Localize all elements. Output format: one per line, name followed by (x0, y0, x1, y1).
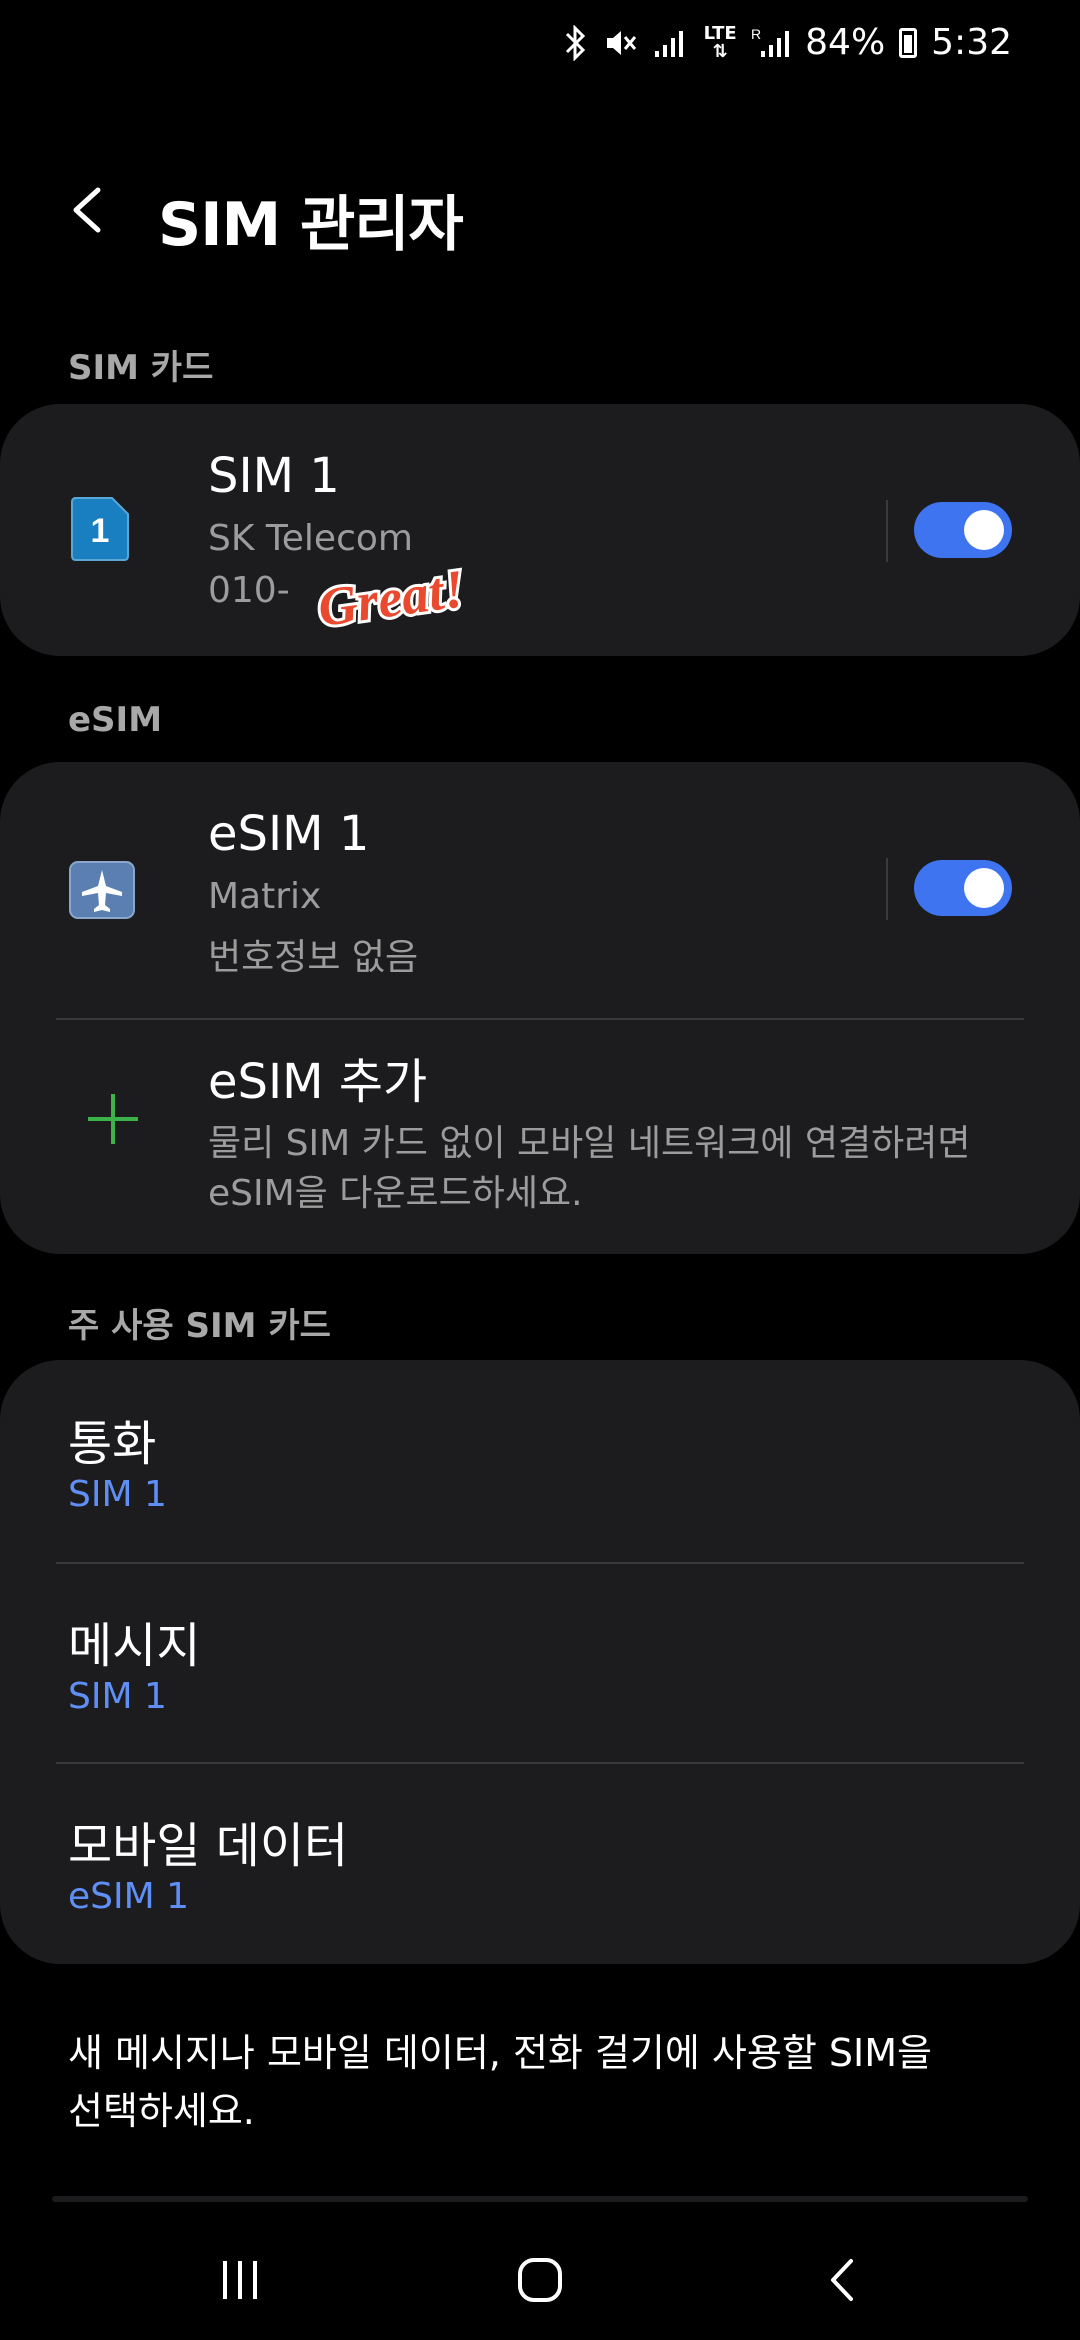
plus-icon (88, 1094, 138, 1144)
toggle-divider (886, 500, 888, 562)
toggle-knob (964, 510, 1004, 550)
calls-value: SIM 1 (68, 1474, 167, 1515)
home-button[interactable] (500, 2240, 580, 2320)
lte-label: LTE (703, 22, 737, 44)
app-bar: SIM 관리자 (0, 160, 1080, 260)
section-header-sim-cards: SIM 카드 (68, 348, 214, 388)
add-esim-description-line2: eSIM을 다운로드하세요. (208, 1173, 583, 1214)
mobile-data-label: 모바일 데이터 (68, 1818, 349, 1874)
navigation-bar (0, 2220, 1080, 2340)
footnote: 새 메시지나 모바일 데이터, 전화 걸기에 사용할 SIM을 선택하세요. (68, 2024, 1008, 2140)
lte-icon: LTE ⇅ (703, 22, 737, 62)
sim-card-group: 1 SIM 1 SK Telecom 010- (0, 404, 1080, 656)
signal-icon (655, 30, 684, 57)
home-icon (518, 2258, 562, 2302)
footnote-line2: 선택하세요. (68, 2089, 255, 2133)
esim1-number: 번호정보 없음 (208, 937, 419, 978)
mute-icon (607, 30, 637, 55)
esim1-title: eSIM 1 (208, 806, 370, 862)
nav-back-button[interactable] (804, 2240, 884, 2320)
sim1-toggle[interactable] (914, 502, 1012, 558)
sticker-text: Great! (314, 558, 468, 638)
messages-label: 메시지 (68, 1618, 201, 1674)
sim1-number: 010- (208, 570, 290, 611)
bluetooth-icon (566, 24, 586, 61)
section-header-primary-sim: 주 사용 SIM 카드 (68, 1306, 331, 1346)
esim1-row[interactable]: eSIM 1 Matrix 번호정보 없음 (0, 762, 1080, 1018)
back-chevron-icon (73, 187, 101, 233)
primary-sim-group: 통화 SIM 1 메시지 SIM 1 모바일 데이터 eSIM 1 (0, 1360, 1080, 1964)
status-time: 5:32 (931, 22, 1012, 63)
messages-row[interactable]: 메시지 SIM 1 (0, 1564, 1080, 1762)
mobile-data-row[interactable]: 모바일 데이터 eSIM 1 (0, 1764, 1080, 1964)
recent-apps-button[interactable] (200, 2240, 280, 2320)
calls-row[interactable]: 통화 SIM 1 (0, 1360, 1080, 1562)
status-icons: LTE ⇅ R 84% 5:32 (561, 22, 1012, 63)
esim-card-group: eSIM 1 Matrix 번호정보 없음 eSIM 추가 물리 SIM 카드 … (0, 762, 1080, 1254)
svg-text:R: R (751, 26, 761, 42)
great-sticker: Great! (311, 555, 471, 641)
battery-percent: 84% (805, 22, 886, 63)
recent-apps-icon (223, 2261, 257, 2299)
footnote-line1: 새 메시지나 모바일 데이터, 전화 걸기에 사용할 SIM을 (68, 2031, 932, 2075)
sim-card-icon: 1 (68, 494, 144, 570)
mobile-data-value: eSIM 1 (68, 1876, 190, 1917)
section-header-esim: eSIM (68, 700, 163, 740)
sim-icon-label: 1 (91, 512, 110, 550)
battery-icon (899, 27, 918, 58)
esim1-carrier: Matrix (208, 876, 322, 917)
esim-card-icon (68, 860, 144, 936)
sim1-title: SIM 1 (208, 448, 340, 504)
sim1-row[interactable]: 1 SIM 1 SK Telecom 010- (0, 404, 1080, 656)
calls-label: 통화 (68, 1416, 157, 1472)
status-bar: LTE ⇅ R 84% 5:32 (0, 0, 1080, 96)
page-title: SIM 관리자 (158, 190, 464, 260)
signal-r-icon: R (751, 26, 790, 57)
toggle-divider (886, 858, 888, 920)
add-esim-description-line1: 물리 SIM 카드 없이 모바일 네트워크에 연결하려면 (208, 1123, 971, 1164)
back-icon (831, 2259, 853, 2301)
toggle-knob (964, 868, 1004, 908)
add-esim-title: eSIM 추가 (208, 1054, 428, 1110)
esim1-toggle[interactable] (914, 860, 1012, 916)
next-card-edge (52, 2196, 1028, 2202)
messages-value: SIM 1 (68, 1676, 167, 1717)
back-button[interactable] (60, 180, 120, 240)
add-esim-row[interactable]: eSIM 추가 물리 SIM 카드 없이 모바일 네트워크에 연결하려면 eSI… (0, 1020, 1080, 1254)
